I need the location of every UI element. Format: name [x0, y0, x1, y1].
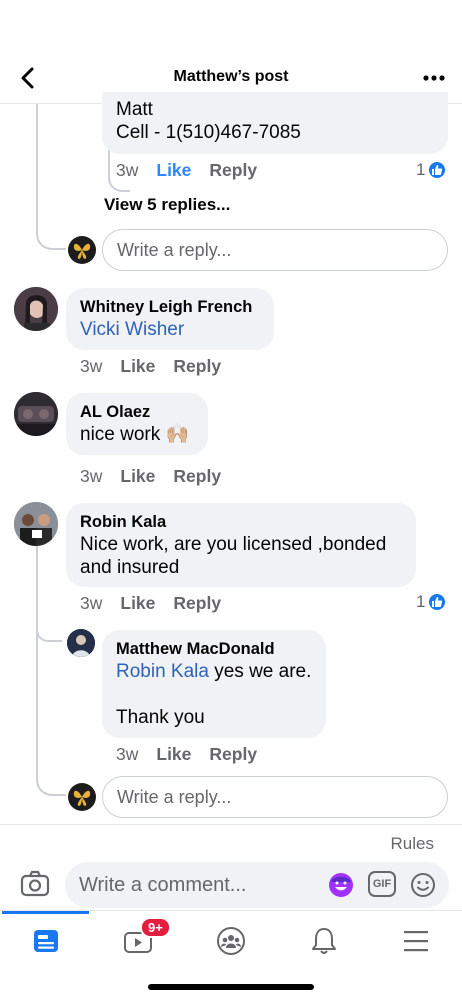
- gif-label: GIF: [372, 878, 392, 890]
- reply-bubble: Matthew MacDonald Robin Kala yes we are.…: [102, 630, 326, 738]
- notification-badge: 9+: [140, 917, 171, 938]
- comment-bubble: Whitney Leigh French Vicki Wisher: [66, 288, 274, 350]
- mention-link[interactable]: Robin Kala: [116, 661, 209, 682]
- comment-text-line: Matt: [116, 99, 153, 120]
- comment-text-line: and insured: [80, 557, 180, 578]
- bottom-tab-bar: 9+: [0, 910, 462, 966]
- thread-line: [36, 546, 38, 771]
- avatar[interactable]: [67, 629, 95, 657]
- comment-time: 3w: [80, 466, 103, 486]
- comment-actions: 3w Like Reply: [116, 160, 257, 181]
- reaction-count[interactable]: 1: [416, 592, 448, 612]
- reply-input[interactable]: Write a reply...: [102, 229, 448, 271]
- comment-bubble: AL Olaez nice work 🙌🏼: [66, 393, 208, 455]
- hamburger-menu-icon: [404, 931, 428, 952]
- comment-actions: 3w Like Reply: [80, 356, 221, 377]
- reply-time: 3w: [116, 744, 139, 764]
- comment-author[interactable]: Whitney Leigh French: [80, 296, 260, 318]
- reply-text-line: Thank you: [116, 707, 205, 728]
- gif-icon[interactable]: GIF: [368, 871, 396, 897]
- thread-connector: [36, 212, 66, 250]
- comment-author[interactable]: AL Olaez: [80, 401, 194, 423]
- comment-actions: 3w Like Reply: [80, 593, 221, 614]
- comment-bubble: Matt Cell - 1(510)467-7085: [102, 92, 448, 154]
- comment-text-line: Nice work, are you licensed ,bonded: [80, 534, 387, 555]
- reaction-number: 1: [416, 160, 426, 179]
- avatar[interactable]: [14, 502, 58, 546]
- comment-time: 3w: [116, 160, 139, 180]
- comment-text: nice work 🙌🏼: [80, 424, 190, 445]
- like-button[interactable]: Like: [120, 356, 155, 377]
- comment-time: 3w: [80, 356, 103, 376]
- emoji-icon[interactable]: [409, 871, 437, 899]
- comment-placeholder: Write a comment...: [79, 873, 247, 896]
- reply-text: yes we are.: [208, 661, 312, 682]
- news-feed-icon: [34, 930, 58, 952]
- reply-button[interactable]: Reply: [173, 356, 221, 377]
- reply-author[interactable]: Matthew MacDonald: [116, 638, 312, 660]
- tab-menu[interactable]: [396, 921, 436, 961]
- comment-text-line: Cell - 1(510)467-7085: [116, 122, 301, 143]
- page-title: Matthew’s post: [173, 68, 289, 85]
- like-button[interactable]: Like: [156, 744, 191, 765]
- like-button[interactable]: Like: [156, 160, 191, 181]
- thumbs-up-icon: [427, 160, 448, 180]
- comment-time: 3w: [80, 593, 103, 613]
- reply-button[interactable]: Reply: [209, 744, 257, 765]
- reaction-count[interactable]: 1: [416, 160, 448, 180]
- avatar[interactable]: [14, 392, 58, 436]
- comment-actions: 3w Like Reply: [80, 466, 221, 487]
- avatar-sticker-icon[interactable]: [327, 871, 355, 899]
- reply-button[interactable]: Reply: [173, 466, 221, 487]
- thread-connector: [36, 620, 62, 642]
- comment-author[interactable]: Robin Kala: [80, 511, 402, 533]
- reaction-number: 1: [416, 592, 426, 611]
- reply-input[interactable]: Write a reply...: [102, 776, 448, 818]
- comment-composer: Write a comment... GIF: [0, 860, 462, 910]
- active-tab-indicator: [2, 911, 89, 914]
- thumbs-up-icon: [427, 592, 448, 612]
- like-button[interactable]: Like: [120, 593, 155, 614]
- groups-icon: [217, 927, 245, 955]
- tab-home[interactable]: [26, 921, 66, 961]
- tab-notifications[interactable]: [304, 921, 344, 961]
- view-replies-link[interactable]: View 5 replies...: [104, 195, 230, 215]
- rules-link[interactable]: Rules: [391, 834, 434, 854]
- comment-bubble: Robin Kala Nice work, are you licensed ,…: [66, 503, 416, 587]
- avatar: [68, 783, 96, 811]
- reply-actions: 3w Like Reply: [116, 744, 257, 765]
- more-options-icon[interactable]: [420, 64, 448, 92]
- like-button[interactable]: Like: [120, 466, 155, 487]
- bell-icon: [312, 928, 336, 954]
- reply-button[interactable]: Reply: [173, 593, 221, 614]
- avatar[interactable]: [14, 287, 58, 331]
- reply-button[interactable]: Reply: [209, 160, 257, 181]
- camera-icon[interactable]: [20, 870, 50, 898]
- thread-connector: [36, 756, 66, 796]
- avatar: [68, 236, 96, 264]
- divider: [0, 824, 462, 825]
- mention-link[interactable]: Vicki Wisher: [80, 318, 260, 341]
- home-indicator: [148, 984, 314, 990]
- tab-groups[interactable]: [211, 921, 251, 961]
